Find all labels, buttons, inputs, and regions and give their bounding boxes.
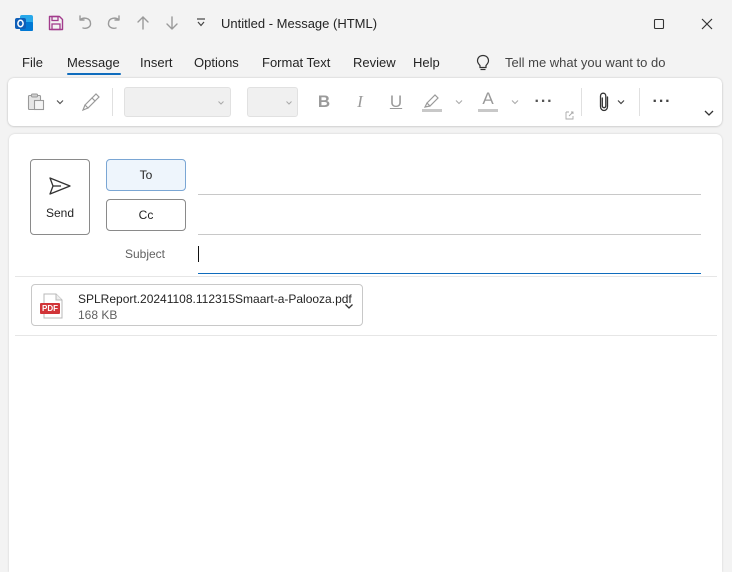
pdf-file-icon: PDF [39, 293, 65, 319]
attachment-size: 168 KB [78, 308, 118, 322]
menu-review[interactable]: Review [353, 55, 396, 70]
subject-label: Subject [124, 247, 166, 261]
chevron-down-icon [218, 101, 224, 105]
menu-help[interactable]: Help [413, 55, 440, 70]
lightbulb-icon[interactable] [475, 54, 493, 72]
more-commands-button[interactable]: ··· [650, 91, 674, 113]
active-tab-indicator [67, 73, 121, 75]
redo-icon[interactable] [103, 12, 125, 34]
font-color-swatch [478, 109, 498, 112]
font-name-dropdown[interactable] [124, 87, 231, 117]
menu-options[interactable]: Options [194, 55, 239, 70]
highlight-dropdown-icon[interactable] [453, 96, 465, 108]
subject-field[interactable] [198, 246, 701, 268]
ribbon-separator [639, 88, 640, 116]
menu-message[interactable]: Message [67, 55, 120, 70]
outlook-icon [13, 12, 35, 34]
arrow-up-icon[interactable] [132, 12, 154, 34]
title-bar: Untitled - Message (HTML) [0, 0, 732, 48]
window-title: Untitled - Message (HTML) [221, 16, 378, 31]
maximize-button[interactable] [647, 12, 671, 36]
cc-field[interactable] [198, 206, 701, 230]
italic-button[interactable]: I [350, 91, 370, 113]
paste-dropdown-icon[interactable] [54, 96, 66, 108]
dialog-launcher-icon[interactable] [564, 110, 574, 120]
more-text-options-button[interactable]: ··· [532, 91, 556, 113]
header-divider [15, 276, 717, 277]
font-color-button[interactable]: A [477, 89, 499, 113]
attach-dropdown-icon[interactable] [615, 96, 627, 108]
pdf-badge-text: PDF [42, 304, 58, 313]
to-button[interactable]: To [106, 159, 186, 191]
paste-icon[interactable] [25, 91, 47, 113]
undo-icon[interactable] [74, 12, 96, 34]
font-color-dropdown-icon[interactable] [509, 96, 521, 108]
to-field-underline [198, 194, 701, 195]
font-color-glyph: A [482, 89, 494, 108]
attach-file-icon[interactable] [595, 90, 613, 114]
attachments-divider [15, 335, 717, 336]
cc-field-underline [198, 234, 701, 235]
bold-button[interactable]: B [314, 91, 334, 113]
attachment-menu-chevron-icon[interactable] [343, 299, 357, 313]
text-cursor [198, 246, 199, 262]
customize-toolbar-icon[interactable] [190, 12, 212, 34]
arrow-down-icon[interactable] [161, 12, 183, 34]
attachment-card[interactable]: PDF SPLReport.20241108.112315Smaart-a-Pa… [31, 284, 363, 326]
attachment-name: SPLReport.20241108.112315Smaart-a-Palooz… [78, 292, 352, 306]
menu-insert[interactable]: Insert [140, 55, 173, 70]
menu-file[interactable]: File [22, 55, 43, 70]
format-painter-icon[interactable] [80, 91, 102, 113]
menu-format-text[interactable]: Format Text [262, 55, 330, 70]
tell-me-search[interactable]: Tell me what you want to do [505, 55, 665, 70]
to-field[interactable] [198, 166, 701, 190]
expand-ribbon-icon[interactable] [702, 106, 716, 120]
send-button[interactable]: Send [30, 159, 90, 235]
ribbon-separator [581, 88, 582, 116]
ribbon-separator [112, 88, 113, 116]
close-button[interactable] [695, 12, 719, 36]
chevron-down-icon [286, 101, 292, 105]
cc-button[interactable]: Cc [106, 199, 186, 231]
message-body[interactable] [15, 340, 715, 570]
subject-field-underline [198, 273, 701, 274]
save-icon[interactable] [45, 12, 67, 34]
highlighter-icon[interactable] [421, 89, 443, 113]
send-label: Send [45, 206, 75, 220]
send-icon [49, 177, 71, 195]
underline-button[interactable]: U [386, 91, 406, 113]
font-size-dropdown[interactable] [247, 87, 298, 117]
